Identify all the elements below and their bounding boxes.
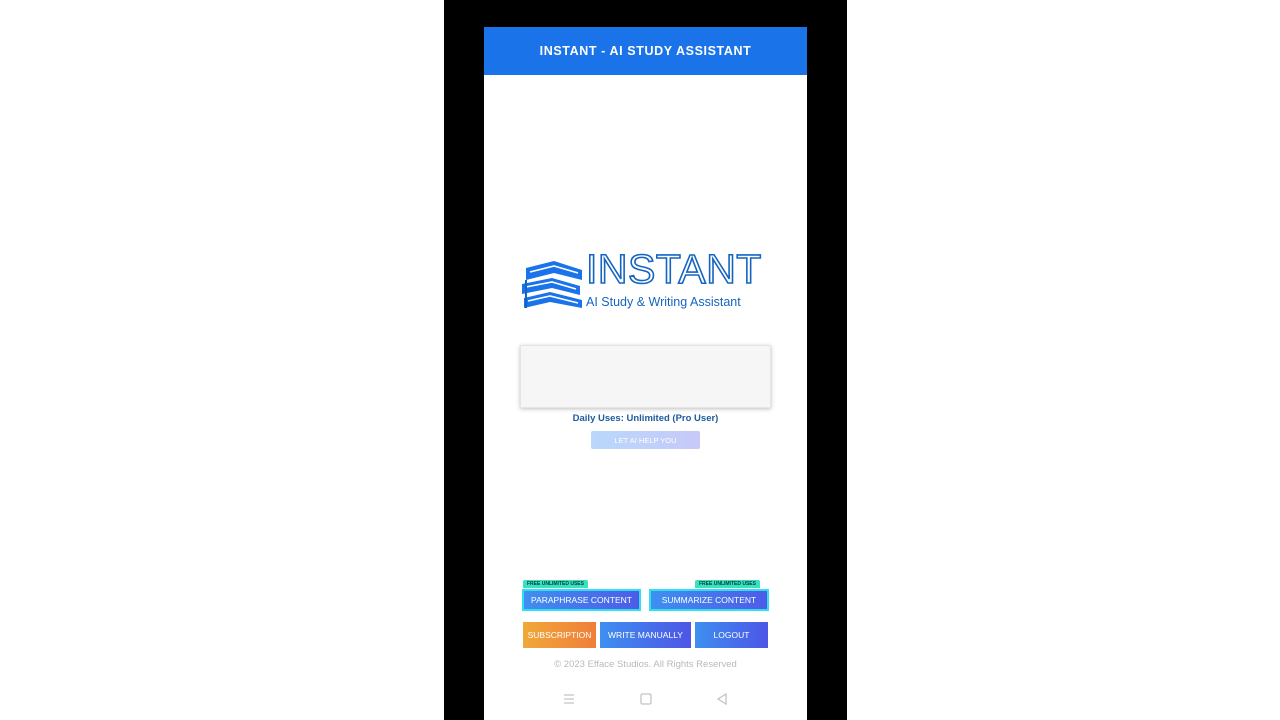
write-manually-button[interactable]: WRITE MANUALLY — [600, 622, 691, 648]
daily-uses-status: Daily Uses: Unlimited (Pro User) — [572, 413, 719, 424]
let-ai-help-button[interactable]: LET AI HELP YOU — [591, 431, 700, 449]
paraphrase-free-badge: FREE UNLIMITED USES — [523, 580, 588, 588]
logo-wordmark: INSTANT — [585, 246, 762, 292]
summarize-free-badge: FREE UNLIMITED USES — [695, 580, 760, 588]
logo-tagline: AI Study & Writing Assistant — [586, 295, 741, 309]
home-square-icon[interactable] — [638, 691, 654, 707]
books-icon — [522, 261, 582, 308]
app-screen: INSTANT - AI STUDY ASSISTANT INSTANT AI … — [484, 27, 807, 720]
back-triangle-icon[interactable] — [714, 691, 730, 707]
stage: INSTANT - AI STUDY ASSISTANT INSTANT AI … — [0, 0, 1280, 720]
system-nav-bar — [484, 687, 807, 711]
menu-icon[interactable] — [561, 691, 577, 707]
logout-button[interactable]: LOGOUT — [695, 622, 768, 648]
app-title: INSTANT - AI STUDY ASSISTANT — [539, 44, 752, 58]
copyright-text: © 2023 Efface Studios. All Rights Reserv… — [554, 659, 737, 670]
app-header: INSTANT - AI STUDY ASSISTANT — [484, 27, 807, 75]
app-logo: INSTANT AI Study & Writing Assistant — [520, 248, 772, 317]
summarize-button[interactable]: SUMMARIZE CONTENT — [649, 589, 769, 611]
subscription-button[interactable]: SUBSCRIPTION — [523, 622, 596, 648]
paraphrase-button[interactable]: PARAPHRASE CONTENT — [522, 589, 641, 611]
prompt-input[interactable] — [520, 345, 771, 408]
